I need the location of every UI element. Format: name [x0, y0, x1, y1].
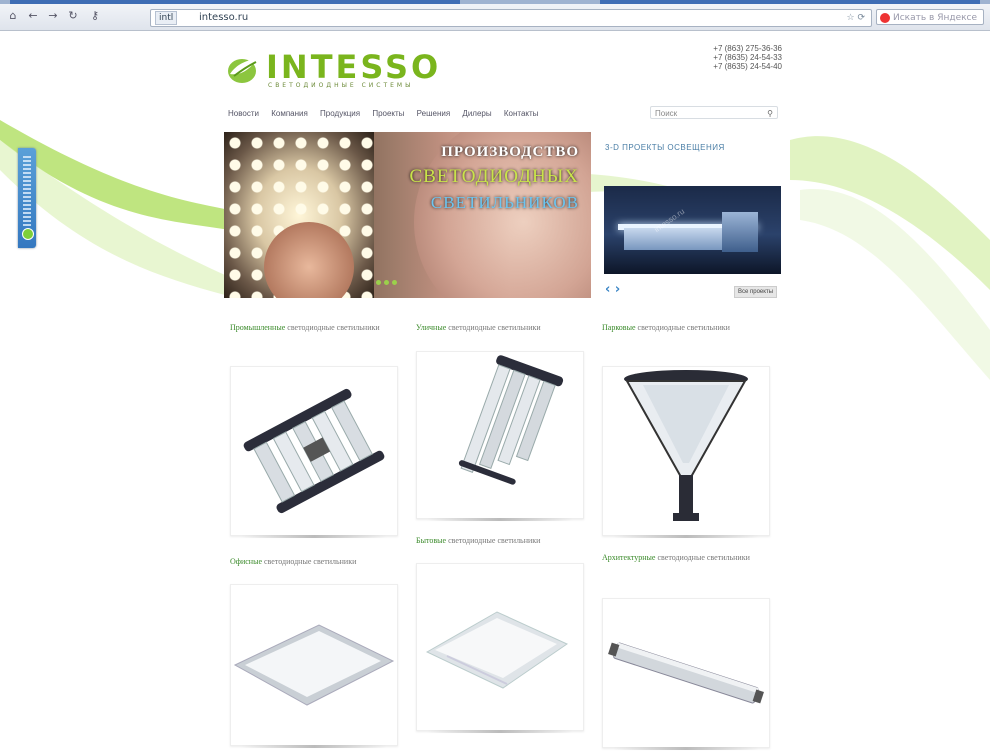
browser-toolbar: ⌂ ← → ↻ ⚷ intl intesso.ru ☆ ⟳ Искать в Я… [0, 0, 990, 31]
phone-list: +7 (863) 275-36-36 +7 (8635) 24-54-33 +7… [678, 44, 782, 71]
office-panel-image [233, 624, 395, 706]
menu-item-products[interactable]: Продукция [320, 109, 360, 118]
product-card-architectural[interactable] [602, 598, 770, 750]
main-menu: Новости Компания Продукция Проекты Решен… [228, 109, 548, 118]
feedback-side-tab[interactable] [18, 148, 36, 248]
category-office[interactable]: Офисные светодиодные светильники [230, 556, 400, 568]
url-prefix: intl [155, 11, 178, 25]
menu-item-news[interactable]: Новости [228, 109, 259, 118]
feedback-icon [22, 228, 34, 240]
home-lamp-image [425, 611, 569, 689]
prev-arrow-icon[interactable]: ‹ [605, 282, 610, 297]
reload-icon[interactable]: ↻ [66, 10, 80, 22]
industrial-lamp-image [243, 388, 385, 514]
phone-2: +7 (8635) 24-54-33 [713, 53, 782, 62]
category-street[interactable]: Уличные светодиодные светильники [416, 322, 586, 334]
menu-item-dealers[interactable]: Дилеры [462, 109, 491, 118]
projects-title[interactable]: 3-D ПРОЕКТЫ ОСВЕЩЕНИЯ [605, 143, 725, 152]
logo-text: INTESSO [266, 48, 442, 86]
menu-item-company[interactable]: Компания [271, 109, 308, 118]
key-icon[interactable]: ⚷ [88, 10, 102, 22]
tab-strip [0, 0, 990, 4]
banner-line-3: СВЕТИЛЬНИКОВ [430, 193, 579, 212]
forward-icon[interactable]: → [46, 10, 60, 22]
home-icon[interactable]: ⌂ [6, 10, 20, 22]
category-park[interactable]: Парковые светодиодные светильники [602, 322, 772, 334]
category-home[interactable]: Бытовые светодиодные светильники [416, 535, 586, 547]
search-engine-icon [880, 13, 890, 23]
product-card-office[interactable] [230, 584, 398, 748]
next-arrow-icon[interactable]: › [615, 282, 620, 297]
category-industrial[interactable]: Промышленные светодиодные светильники [230, 322, 400, 334]
architectural-lamp-image [608, 642, 764, 704]
banner-line-1: ПРОИЗВОДСТВО [441, 144, 579, 160]
category-architectural[interactable]: Архитектурные светодиодные светильники [602, 552, 772, 564]
product-card-home[interactable] [416, 563, 584, 733]
product-card-park[interactable] [602, 366, 770, 538]
all-projects-button[interactable]: Все проекты [734, 286, 778, 298]
site-logo[interactable]: INTESSO СВЕТОДИОДНЫЕ СИСТЕМЫ [226, 48, 446, 90]
product-card-industrial[interactable] [230, 366, 398, 538]
menu-item-contacts[interactable]: Контакты [504, 109, 539, 118]
project-image[interactable]: intesso.ru [604, 186, 781, 274]
park-lamp-image [624, 370, 748, 521]
url-text: intesso.ru [199, 12, 249, 23]
menu-item-projects[interactable]: Проекты [372, 109, 404, 118]
back-icon[interactable]: ← [26, 10, 40, 22]
menu-item-solutions[interactable]: Решения [417, 109, 451, 118]
address-bar-icons[interactable]: ☆ ⟳ [847, 10, 865, 26]
banner-line-2: СВЕТОДИОДНЫХ [409, 166, 579, 187]
site-search-input[interactable]: Поиск ⚲ [650, 106, 778, 119]
address-bar[interactable]: intl intesso.ru ☆ ⟳ [150, 9, 872, 27]
search-icon[interactable]: ⚲ [767, 107, 773, 120]
hero-banner[interactable]: ПРОИЗВОДСТВО СВЕТОДИОДНЫХ СВЕТИЛЬНИКОВ [224, 132, 591, 298]
leaf-logo-icon [228, 58, 258, 83]
browser-search-input[interactable]: Искать в Яндексе [876, 9, 984, 25]
phone-1: +7 (863) 275-36-36 [713, 44, 782, 53]
banner-pager[interactable] [376, 272, 400, 290]
product-card-street[interactable] [416, 351, 584, 521]
street-lamp-image [458, 355, 564, 485]
phone-3: +7 (8635) 24-54-40 [713, 62, 782, 71]
logo-subtitle: СВЕТОДИОДНЫЕ СИСТЕМЫ [268, 82, 414, 89]
feedback-tab-text [23, 156, 31, 226]
project-arrows: ‹ › [605, 282, 620, 297]
